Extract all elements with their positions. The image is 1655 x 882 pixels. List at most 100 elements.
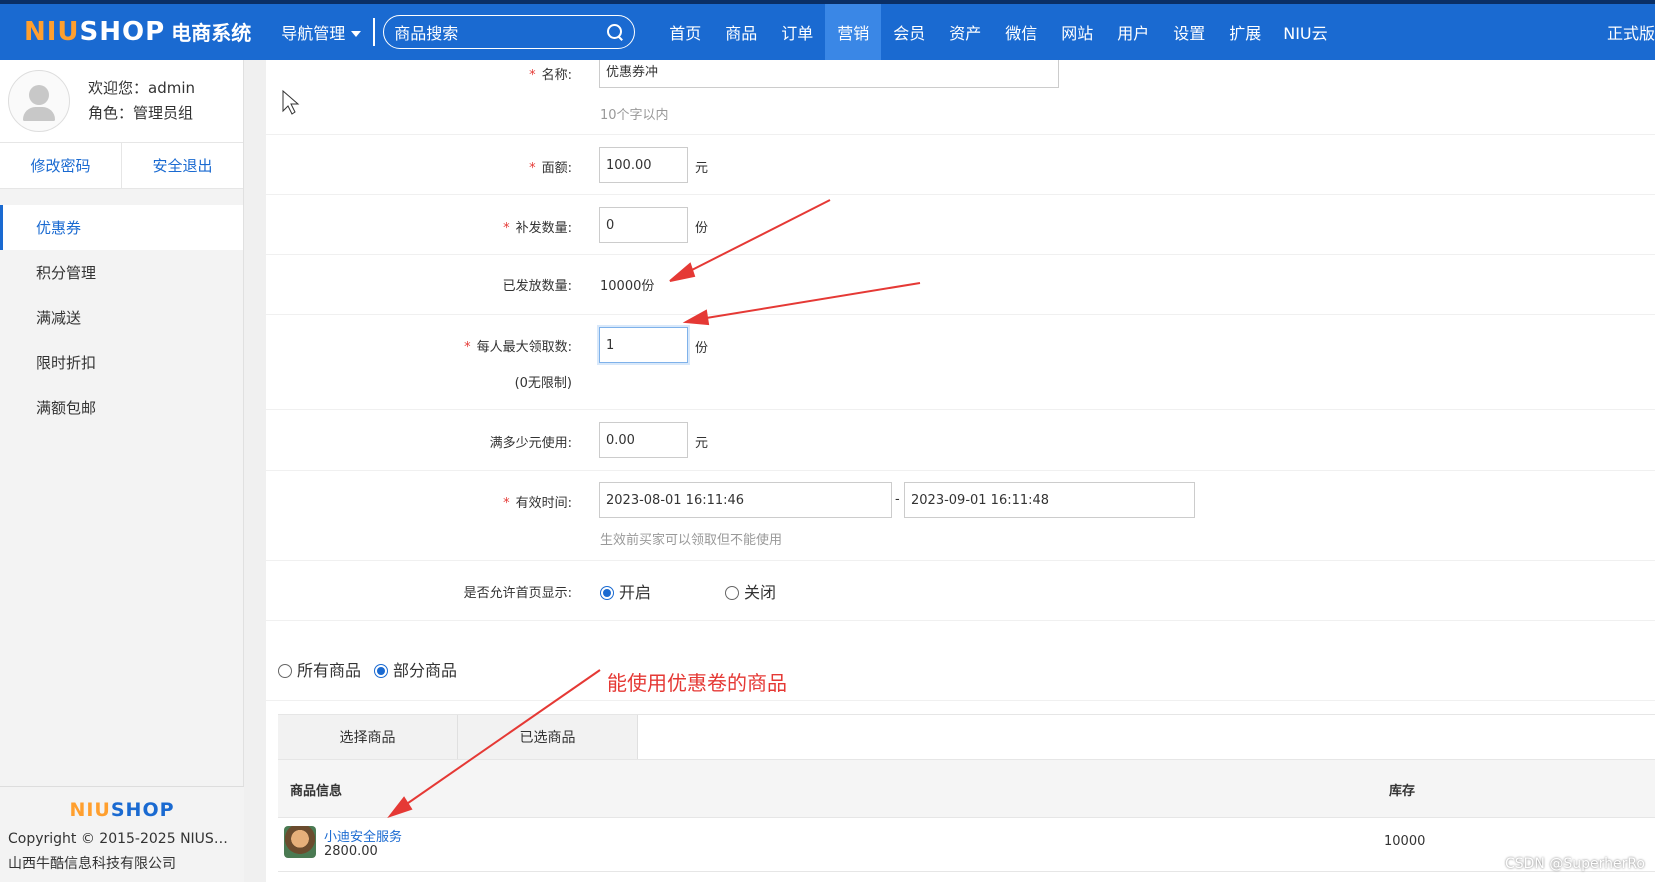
nav-members[interactable]: 会员 [881, 4, 937, 60]
logo-sys-text: 电商系统 [171, 21, 252, 45]
form-row-name: * 名称: 优惠券冲 10个字以内 [266, 60, 1655, 135]
max-note: (0无限制) [514, 376, 572, 391]
sidebar-item-free-shipping[interactable]: 满额包邮 [0, 385, 243, 430]
footer-logo-shop: SHOP [110, 799, 175, 821]
name-input[interactable]: 优惠券冲 [599, 60, 1059, 88]
nav-manage-dropdown[interactable]: 导航管理 [281, 20, 362, 44]
min-spend-label: 满多少元使用: [489, 436, 572, 451]
nav-home[interactable]: 首页 [657, 4, 713, 60]
watermark: CSDN @SuperherRo [1504, 856, 1645, 872]
amount-input[interactable]: 100.00 [599, 147, 688, 183]
valid-start-input[interactable]: 2023-08-01 16:11:46 [599, 482, 892, 518]
name-label: * 名称: [529, 68, 572, 83]
version-label[interactable]: 正式版 [1607, 4, 1655, 60]
footer-logo: NIUSHOP [0, 799, 244, 821]
logout-link[interactable]: 安全退出 [122, 143, 243, 188]
user-info: 欢迎您：admin 角色：管理员组 [88, 76, 195, 126]
nav-website[interactable]: 网站 [1049, 4, 1105, 60]
reissue-label: * 补发数量: [503, 221, 572, 236]
max-label: * 每人最大领取数: [464, 340, 572, 355]
nav-settings[interactable]: 设置 [1161, 4, 1217, 60]
product-name-link[interactable]: 小迪安全服务 [324, 826, 402, 845]
sidebar-item-points[interactable]: 积分管理 [0, 250, 243, 295]
tab-selected-products[interactable]: 已选商品 [458, 715, 638, 759]
nav-orders[interactable]: 订单 [769, 4, 825, 60]
footer-logo-niu: NIU [69, 799, 111, 821]
home-display-on-option[interactable]: 开启 [600, 579, 651, 603]
product-tabs: 选择商品 已选商品 [278, 714, 1655, 760]
valid-end-input[interactable]: 2023-09-01 16:11:48 [904, 482, 1195, 518]
product-stock: 10000 [1384, 834, 1426, 849]
table-row[interactable]: 小迪安全服务 2800.00 10000 [278, 818, 1655, 872]
tab-select-products[interactable]: 选择商品 [278, 715, 458, 759]
col-stock: 库存 [1389, 784, 1416, 799]
search-placeholder: 商品搜索 [394, 24, 459, 43]
role-text: 角色：管理员组 [88, 104, 194, 122]
copyright-text: Copyright © 2015-2025 NIUSHOP [8, 831, 236, 847]
chevron-down-icon [351, 30, 362, 37]
min-spend-input[interactable]: 0.00 [599, 422, 688, 458]
user-box: 欢迎您：admin 角色：管理员组 [0, 60, 243, 143]
form-row-issued: 已发放数量: 10000份 [266, 255, 1655, 315]
form-row-min-spend: 满多少元使用: 0.00 元 [266, 410, 1655, 471]
change-password-link[interactable]: 修改密码 [0, 143, 122, 188]
nav-manage-label: 导航管理 [281, 24, 346, 43]
niushop-logo[interactable]: NIU SHOP 电商系统 [24, 17, 251, 47]
logo-niu-text: NIU [24, 17, 80, 47]
home-display-off-option[interactable]: 关闭 [725, 579, 776, 603]
nav-extensions[interactable]: 扩展 [1217, 4, 1273, 60]
scope-all-option[interactable]: 所有商品 [278, 657, 361, 681]
sidebar-menu: 优惠券 积分管理 满减送 限时折扣 满额包邮 [0, 205, 243, 430]
issued-label: 已发放数量: [502, 279, 572, 294]
form-row-reissue: * 补发数量: 0 份 [266, 195, 1655, 255]
nav-users[interactable]: 用户 [1105, 4, 1161, 60]
product-thumbnail [284, 826, 316, 858]
sidebar-item-flash-discount[interactable]: 限时折扣 [0, 340, 243, 385]
form-row-valid-time: * 有效时间: 2023-08-01 16:11:46 - 2023-09-01 … [266, 471, 1655, 561]
amount-label: * 面额: [529, 161, 572, 176]
product-search-input[interactable]: 商品搜索 [383, 15, 636, 49]
amount-unit: 元 [695, 161, 709, 176]
valid-time-label: * 有效时间: [503, 496, 572, 511]
header-divider [373, 18, 376, 46]
col-product-info: 商品信息 [290, 784, 343, 799]
welcome-text: 欢迎您：admin [88, 79, 195, 97]
sidebar: 欢迎您：admin 角色：管理员组 修改密码 安全退出 优惠券 积分管理 满减送… [0, 60, 244, 882]
logo-shop-text: SHOP [79, 17, 166, 47]
sidebar-item-coupon[interactable]: 优惠券 [0, 205, 243, 250]
user-links: 修改密码 安全退出 [0, 143, 243, 189]
nav-marketing[interactable]: 营销 [825, 4, 882, 60]
nav-goods[interactable]: 商品 [713, 4, 769, 60]
top-header: NIU SHOP 电商系统 导航管理 商品搜索 首页 商品 订单 营销 会员 资产 … [0, 0, 1655, 60]
form-row-max-per-user: * 每人最大领取数: (0无限制) 1 份 [266, 315, 1655, 410]
radio-off-icon [725, 586, 739, 600]
product-price: 2800.00 [324, 844, 378, 859]
name-hint: 10个字以内 [600, 108, 669, 123]
home-display-label: 是否允许首页显示: [463, 586, 572, 601]
scope-part-option[interactable]: 部分商品 [374, 657, 457, 681]
avatar [8, 70, 70, 132]
nav-wechat[interactable]: 微信 [993, 4, 1049, 60]
reissue-unit: 份 [695, 221, 709, 236]
valid-separator: - [895, 492, 900, 507]
coupon-edit-form: * 名称: 优惠券冲 10个字以内 * 面额: 100.00 元 * 补发数量: 0 … [266, 60, 1655, 882]
reissue-input[interactable]: 0 [599, 207, 688, 243]
form-row-amount: * 面额: 100.00 元 [266, 135, 1655, 195]
nav-assets[interactable]: 资产 [937, 4, 993, 60]
max-unit: 份 [695, 341, 709, 356]
product-table-header: 商品信息 库存 [278, 760, 1655, 818]
max-per-user-input[interactable]: 1 [599, 327, 688, 363]
nav-niu-cloud[interactable]: NIU云 [1273, 4, 1337, 60]
sidebar-item-full-reduction[interactable]: 满减送 [0, 295, 243, 340]
radio-on-icon [600, 586, 614, 600]
min-spend-unit: 元 [695, 436, 709, 451]
version-text: 正式版 [1606, 24, 1655, 43]
sidebar-footer: NIUSHOP Copyright © 2015-2025 NIUSHOP 山西… [0, 786, 244, 882]
search-icon[interactable] [606, 23, 624, 41]
valid-time-hint: 生效前买家可以领取但不能使用 [600, 533, 783, 548]
radio-off-icon [278, 664, 292, 678]
issued-value: 10000份 [600, 279, 655, 294]
annotation-text: 能使用优惠卷的商品 [607, 671, 787, 695]
scope-divider [266, 700, 1655, 701]
top-nav: 首页 商品 订单 营销 会员 资产 微信 网站 用户 设置 扩展 NIU云 [657, 4, 1337, 60]
